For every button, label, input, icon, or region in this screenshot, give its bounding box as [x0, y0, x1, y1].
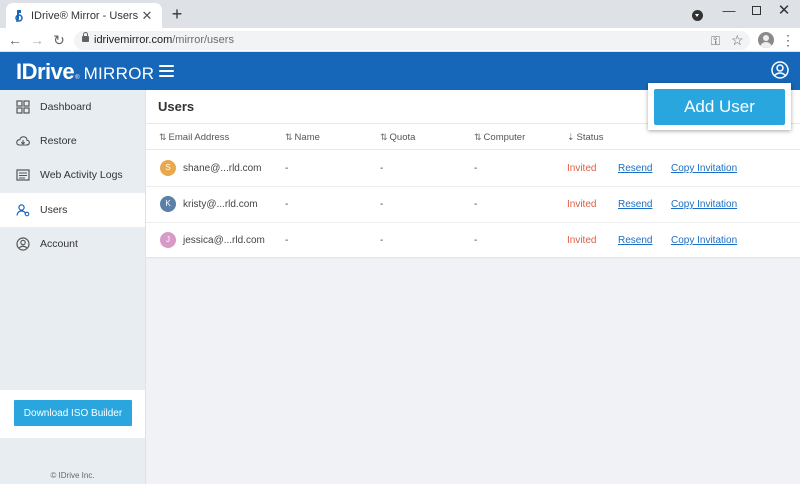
computer-cell: -	[474, 199, 478, 210]
url-host: idrivemirror.com	[94, 34, 173, 46]
table-row: J jessica@...rld.com - - - Invited Resen…	[146, 223, 800, 259]
bookmark-star-icon[interactable]: ☆	[731, 32, 744, 49]
back-button[interactable]: ←	[6, 31, 24, 49]
idrive-mirror-logo[interactable]: IDrive ® MIRROR	[16, 59, 154, 85]
tab-close-icon[interactable]: ✕	[140, 8, 154, 24]
column-header-status[interactable]: ⇣ Status	[567, 132, 603, 143]
browser-tab[interactable]: IDrive® Mirror - Users ✕	[6, 3, 162, 28]
logo-idrive-text: IDrive	[16, 59, 75, 84]
key-icon[interactable]: ⚿	[711, 34, 720, 49]
address-bar[interactable]: idrivemirror.com/mirror/users ⚿ ☆	[74, 31, 750, 50]
sidebar: Dashboard Restore Web Activity Logs User…	[0, 90, 146, 484]
close-window-button[interactable]: ✕	[773, 2, 795, 20]
avatar: S	[160, 160, 176, 176]
quota-cell: -	[380, 163, 384, 174]
computer-cell: -	[474, 235, 478, 246]
quota-cell: -	[380, 235, 384, 246]
iso-builder-panel: Download ISO Builder	[0, 390, 145, 438]
computer-cell: -	[474, 163, 478, 174]
resend-link[interactable]: Resend	[618, 235, 652, 246]
sort-icon: ⇅	[474, 132, 482, 142]
sort-icon: ⇅	[285, 132, 293, 142]
cloud-restore-icon	[16, 136, 30, 146]
logo-mirror-text: MIRROR	[83, 64, 155, 83]
browser-tabstrip: IDrive® Mirror - Users ✕ + — ✕	[0, 0, 800, 28]
name-cell: -	[285, 199, 289, 210]
status-badge: Invited	[567, 235, 597, 246]
sidebar-item-label: Account	[40, 238, 78, 250]
browser-menu-icon[interactable]: ⋮	[781, 31, 795, 49]
main-content: Users ⇅ Email Address ⇅ Name ⇅ Quota ⇅ Compu…	[146, 90, 800, 484]
quota-cell: -	[380, 199, 384, 210]
copyright-text: © IDrive Inc.	[50, 471, 95, 480]
resend-link[interactable]: Resend	[618, 163, 652, 174]
status-badge: Invited	[567, 199, 597, 210]
name-cell: -	[285, 163, 289, 174]
sort-icon: ⇅	[159, 132, 167, 142]
add-user-highlight: Add User	[648, 83, 791, 130]
dashboard-icon	[16, 100, 30, 114]
hamburger-menu-icon[interactable]	[159, 65, 174, 77]
url-path: /mirror/users	[172, 34, 234, 46]
sidebar-item-users[interactable]: Users	[0, 193, 145, 227]
column-header-quota[interactable]: ⇅ Quota	[380, 132, 415, 143]
table-row: S shane@...rld.com - - - Invited Resend …	[146, 151, 800, 187]
email-cell: jessica@...rld.com	[183, 235, 265, 246]
copy-invitation-link[interactable]: Copy Invitation	[671, 163, 737, 174]
profile-avatar-icon[interactable]	[758, 32, 774, 48]
resend-link[interactable]: Resend	[618, 199, 652, 210]
maximize-icon	[751, 6, 761, 15]
column-header-email[interactable]: ⇅ Email Address	[159, 132, 229, 143]
sidebar-item-label: Restore	[40, 135, 77, 147]
tab-title: IDrive® Mirror - Users	[31, 9, 139, 22]
copy-invitation-link[interactable]: Copy Invitation	[671, 199, 737, 210]
lock-icon	[82, 32, 89, 42]
users-icon	[16, 204, 30, 217]
user-profile-icon[interactable]	[771, 61, 789, 79]
forward-button[interactable]: →	[28, 31, 46, 49]
maximize-button[interactable]	[745, 2, 767, 20]
logo-registered-mark: ®	[75, 75, 80, 81]
name-cell: -	[285, 235, 289, 246]
reload-button[interactable]: ↻	[50, 31, 68, 49]
email-cell: kristy@...rld.com	[183, 199, 258, 210]
new-tab-button[interactable]: +	[168, 5, 186, 23]
sort-descending-icon: ⇣	[567, 132, 575, 142]
add-user-button[interactable]: Add User	[654, 89, 785, 125]
account-icon	[16, 237, 30, 251]
avatar: K	[160, 196, 176, 212]
status-badge: Invited	[567, 163, 597, 174]
sidebar-item-label: Dashboard	[40, 101, 92, 113]
sidebar-item-web-activity-logs[interactable]: Web Activity Logs	[0, 158, 145, 192]
download-iso-builder-button[interactable]: Download ISO Builder	[14, 400, 132, 426]
minimize-button[interactable]: —	[718, 2, 740, 20]
sidebar-item-restore[interactable]: Restore	[0, 124, 145, 158]
copy-invitation-link[interactable]: Copy Invitation	[671, 235, 737, 246]
avatar: J	[160, 232, 176, 248]
page-title: Users	[158, 99, 195, 114]
sort-icon: ⇅	[380, 132, 388, 142]
sidebar-item-account[interactable]: Account	[0, 227, 145, 261]
browser-toolbar: ← → ↻ idrivemirror.com/mirror/users ⚿ ☆ …	[0, 28, 800, 52]
table-row: K kristy@...rld.com - - - Invited Resend…	[146, 187, 800, 223]
sidebar-item-dashboard[interactable]: Dashboard	[0, 90, 145, 124]
column-header-computer[interactable]: ⇅ Computer	[474, 132, 525, 143]
sidebar-item-label: Users	[40, 204, 68, 216]
idrive-favicon-icon	[15, 9, 23, 22]
url-text[interactable]: idrivemirror.com/mirror/users	[94, 34, 234, 46]
column-header-name[interactable]: ⇅ Name	[285, 132, 320, 143]
logs-icon	[16, 169, 30, 181]
email-cell: shane@...rld.com	[183, 163, 262, 174]
tab-search-icon[interactable]	[692, 10, 703, 21]
sidebar-item-label: Web Activity Logs	[40, 169, 123, 181]
